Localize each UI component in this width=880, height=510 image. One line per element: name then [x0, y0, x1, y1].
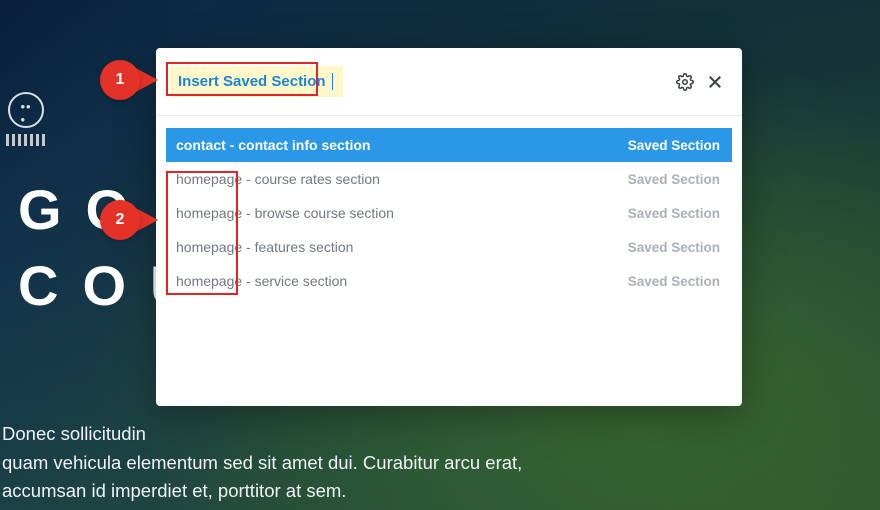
decorative-circle-icon: •••	[8, 92, 44, 128]
callout-1: 1	[100, 60, 158, 100]
insert-saved-section-modal: Insert Saved Section contact - contact i…	[156, 48, 742, 406]
saved-section-type: Saved Section	[628, 138, 720, 153]
modal-header: Insert Saved Section	[156, 48, 742, 116]
saved-section-row[interactable]: homepage - features section Saved Section	[166, 230, 732, 264]
text-cursor	[332, 73, 334, 90]
saved-section-row[interactable]: homepage - browse course section Saved Se…	[166, 196, 732, 230]
saved-section-name: homepage - browse course section	[176, 205, 394, 221]
saved-section-type: Saved Section	[628, 172, 720, 187]
modal-title: Insert Saved Section	[178, 73, 326, 90]
saved-section-row[interactable]: contact - contact info section Saved Sect…	[166, 128, 732, 162]
modal-body: contact - contact info section Saved Sect…	[156, 116, 742, 308]
saved-section-type: Saved Section	[628, 206, 720, 221]
modal-title-highlight: Insert Saved Section	[170, 66, 343, 97]
saved-section-name: homepage - features section	[176, 239, 353, 255]
saved-section-name: homepage - service section	[176, 273, 347, 289]
saved-sections-list: contact - contact info section Saved Sect…	[166, 128, 732, 298]
saved-section-name: contact - contact info section	[176, 137, 370, 153]
saved-section-type: Saved Section	[628, 274, 720, 289]
decorative-stripes	[6, 134, 48, 146]
saved-section-type: Saved Section	[628, 240, 720, 255]
callout-2: 2	[100, 200, 158, 240]
saved-section-row[interactable]: homepage - course rates section Saved Sec…	[166, 162, 732, 196]
page-hero-paragraph: Donec sollicitudin quam vehicula element…	[2, 420, 522, 506]
saved-section-row[interactable]: homepage - service section Saved Section	[166, 264, 732, 298]
close-icon[interactable]	[704, 71, 726, 93]
gear-icon[interactable]	[674, 71, 696, 93]
saved-section-name: homepage - course rates section	[176, 171, 380, 187]
